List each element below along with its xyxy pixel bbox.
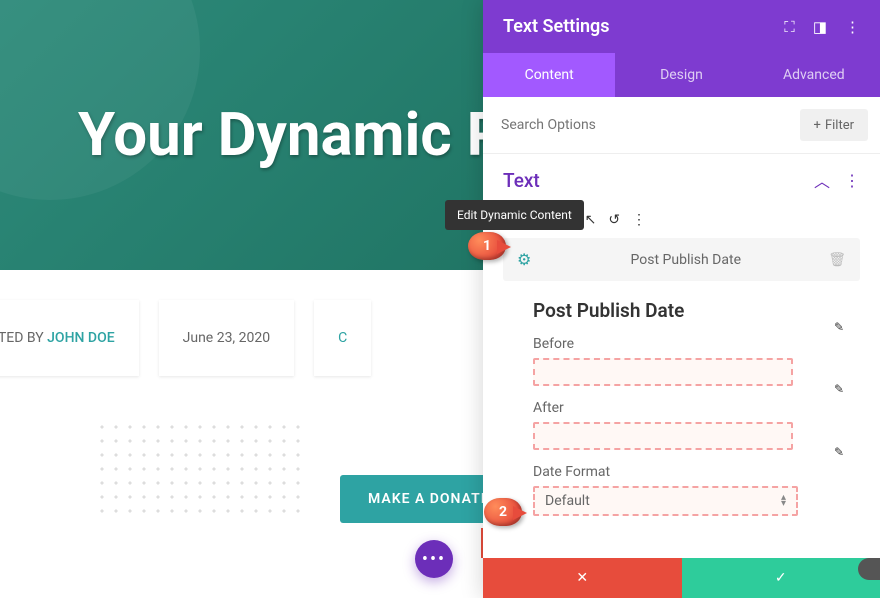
edit-icon[interactable]: ✎ — [834, 382, 844, 396]
dynamic-form: Post Publish Date Before After Date Form… — [483, 281, 880, 534]
panel-tabs: Content Design Advanced — [483, 53, 880, 97]
cancel-button[interactable]: ✕ — [483, 558, 682, 598]
meta-extra-box: C — [314, 300, 371, 376]
section-header[interactable]: Text ︿ ⋮ — [483, 154, 880, 206]
form-title: Post Publish Date — [533, 299, 840, 322]
tab-design[interactable]: Design — [615, 53, 747, 97]
callout-marker-2: 2 — [484, 498, 522, 526]
edit-icon[interactable]: ✎ — [834, 320, 844, 334]
gear-icon[interactable]: ⚙ — [517, 250, 531, 269]
tab-advanced[interactable]: Advanced — [748, 53, 880, 97]
menu-icon[interactable]: ⋮ — [845, 18, 860, 36]
date-format-select[interactable]: Default ▴▾ — [533, 486, 798, 516]
search-row: + Filter — [483, 97, 880, 154]
author-link[interactable]: JOHN DOE — [47, 330, 114, 346]
panel-footer: ✕ ✓ — [483, 558, 880, 598]
cursor-icon[interactable]: ↖ — [585, 212, 597, 228]
dynamic-content-chip[interactable]: ⚙ Post Publish Date 🗑 — [503, 238, 860, 281]
plus-icon: + — [814, 118, 821, 133]
panel-header: Text Settings ⛶ ◨ ⋮ Content Design Advan… — [483, 0, 880, 97]
section-menu-icon[interactable]: ⋮ — [844, 171, 860, 190]
expand-icon[interactable]: ⛶ — [784, 18, 795, 36]
meta-author-box: OSTED BY JOHN DOE — [0, 300, 139, 376]
edit-icon[interactable]: ✎ — [834, 445, 844, 459]
before-label: Before — [533, 336, 840, 352]
collapse-icon[interactable]: ︿ — [814, 168, 830, 192]
after-label: After — [533, 400, 840, 416]
snap-icon[interactable]: ◨ — [813, 18, 827, 36]
after-input[interactable] — [533, 422, 793, 450]
fab-menu[interactable]: ••• — [415, 540, 453, 578]
decorative-dots — [95, 420, 305, 520]
panel-title: Text Settings — [503, 16, 610, 37]
date-format-value: Default — [545, 493, 590, 509]
select-arrows-icon: ▴▾ — [781, 495, 786, 507]
chip-label: Post Publish Date — [543, 252, 828, 268]
posted-by-label: OSTED BY — [0, 330, 44, 346]
scroll-hint[interactable] — [858, 558, 880, 580]
callout-marker-1: 1 — [468, 232, 506, 260]
edit-dynamic-tooltip: Edit Dynamic Content — [445, 200, 584, 230]
meta-date-box: June 23, 2020 — [159, 300, 295, 376]
reset-icon[interactable]: ↺ — [608, 212, 620, 228]
settings-panel: Text Settings ⛶ ◨ ⋮ Content Design Advan… — [483, 0, 880, 598]
before-input[interactable] — [533, 358, 793, 386]
confirm-button[interactable]: ✓ — [682, 558, 880, 598]
more-icon[interactable]: ⋮ — [632, 212, 646, 228]
tab-content[interactable]: Content — [483, 53, 615, 97]
section-title: Text — [503, 169, 540, 192]
filter-button[interactable]: + Filter — [800, 109, 868, 141]
date-format-label: Date Format — [533, 464, 840, 480]
search-input[interactable] — [495, 109, 800, 141]
filter-label: Filter — [825, 118, 854, 133]
trash-icon[interactable]: 🗑 — [828, 252, 846, 268]
